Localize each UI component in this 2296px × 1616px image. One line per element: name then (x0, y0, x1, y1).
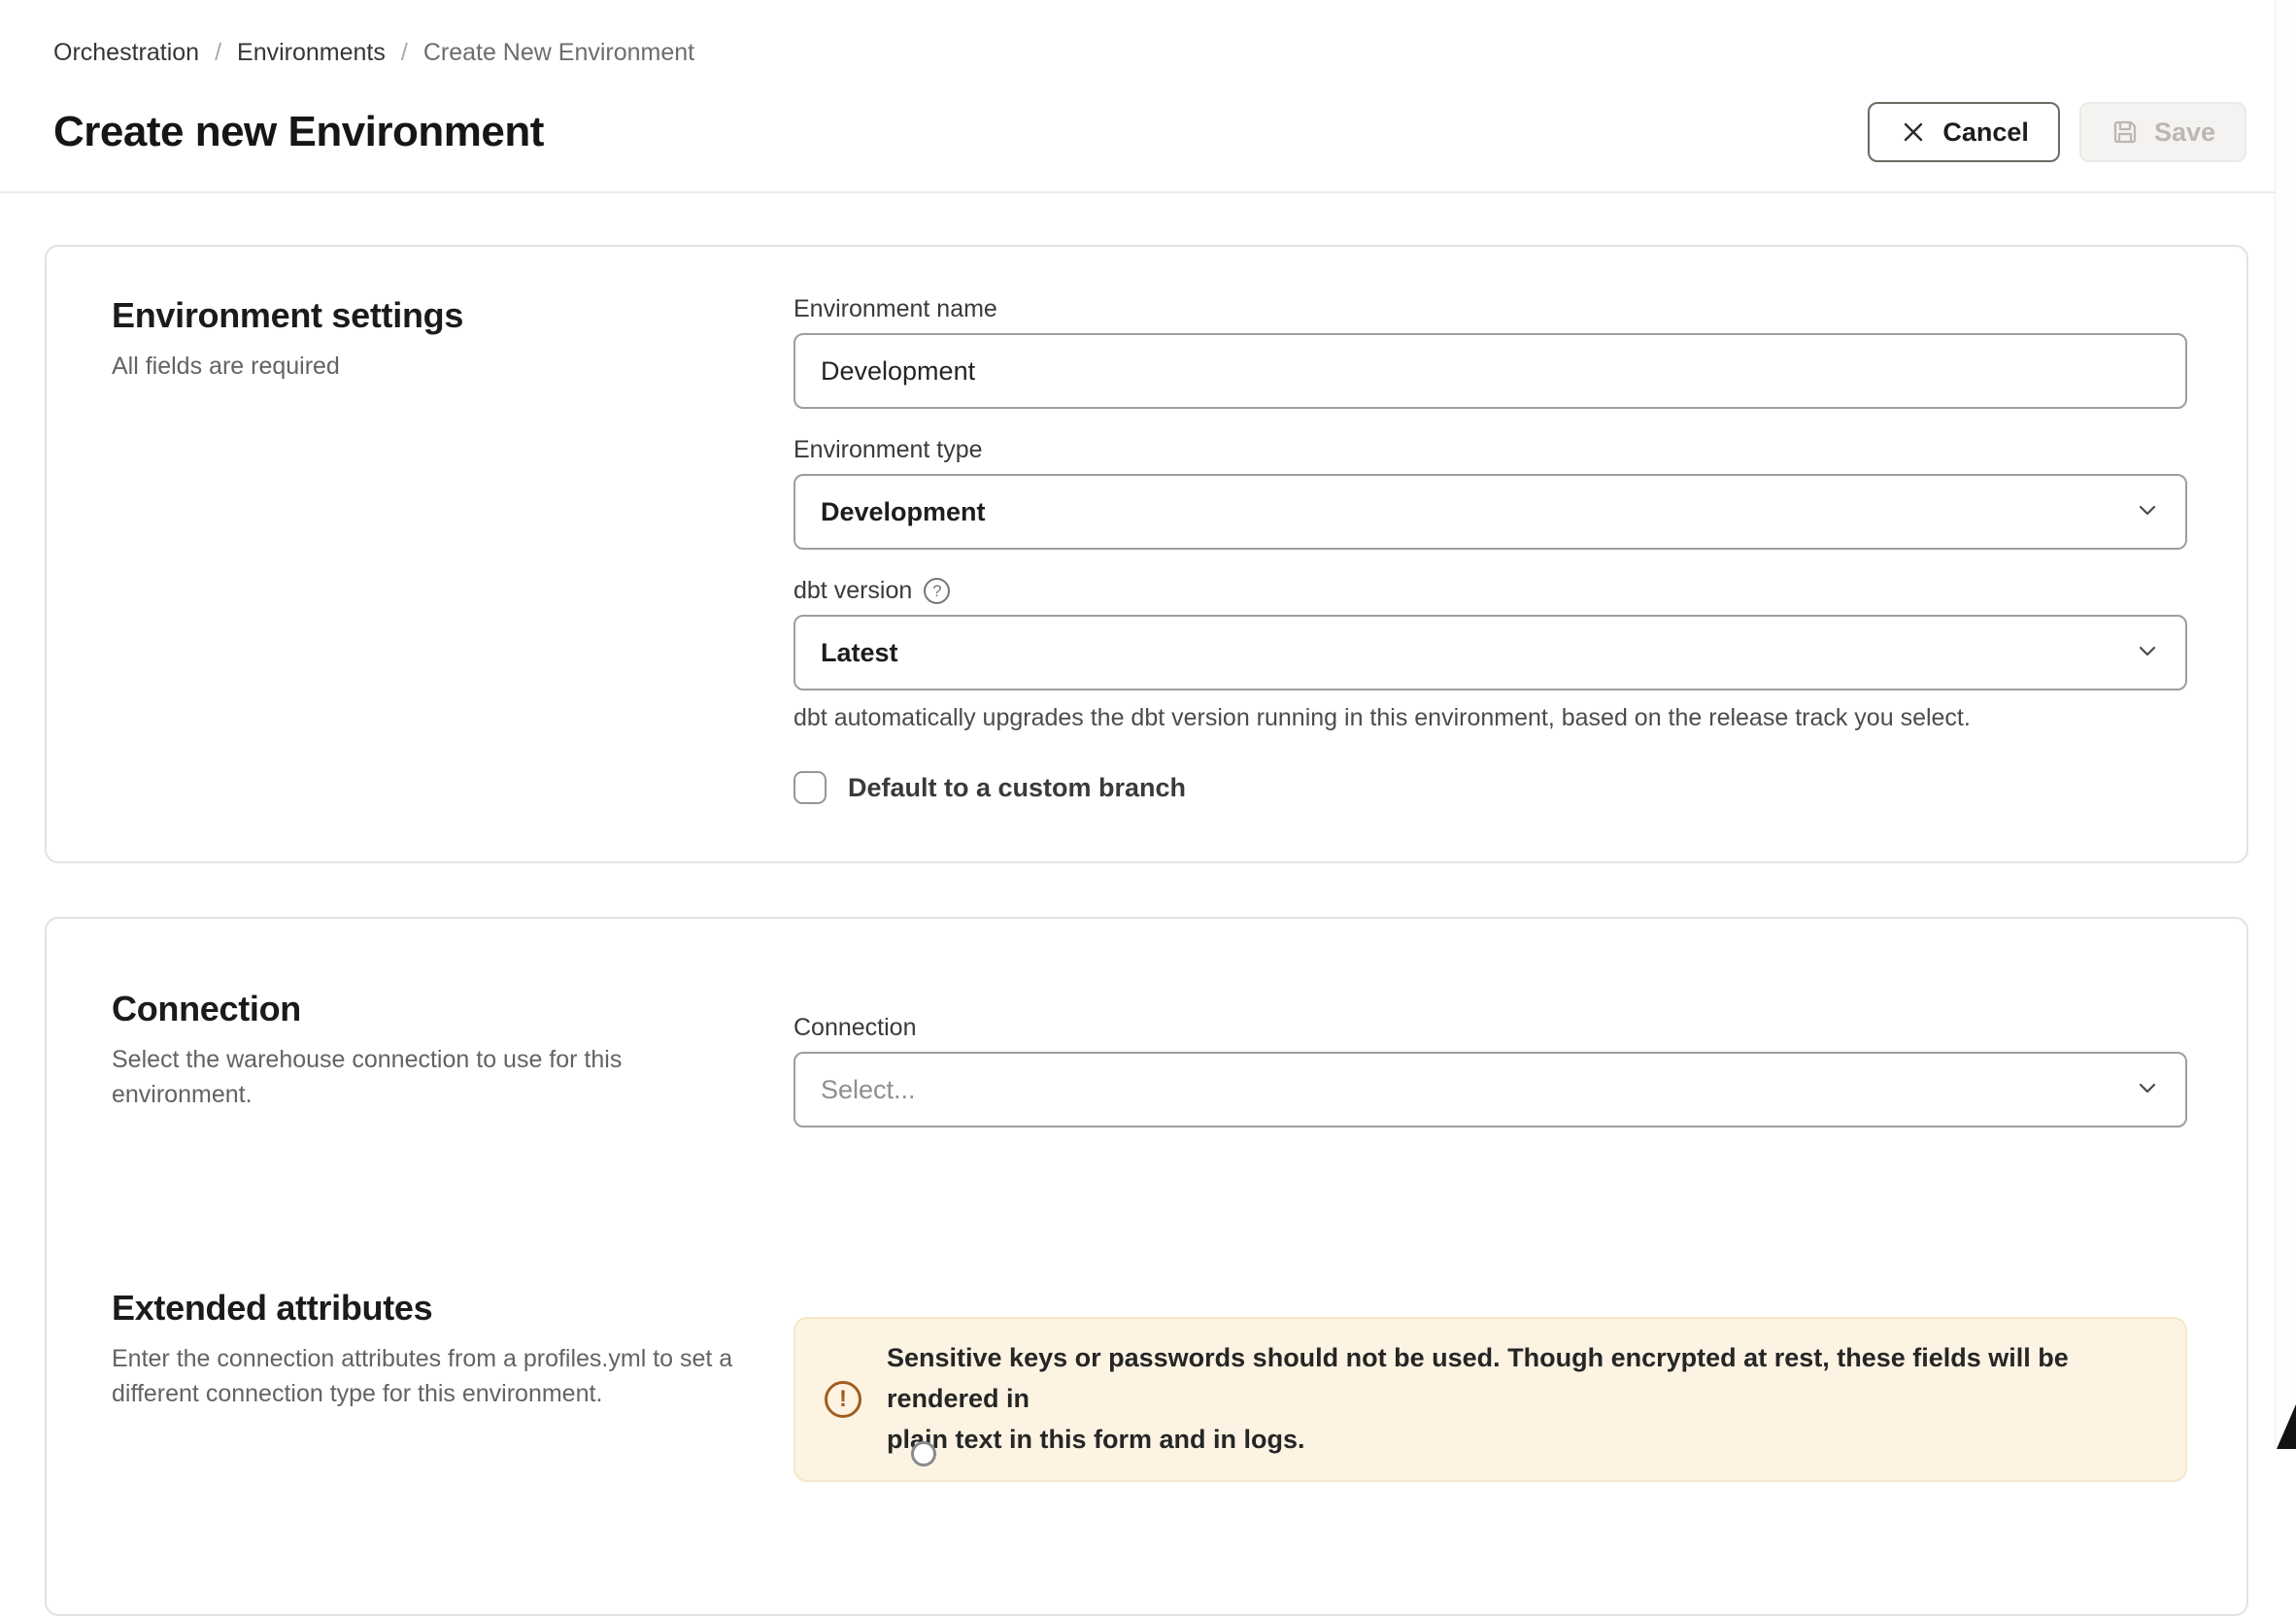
chevron-down-icon (2135, 638, 2160, 668)
main-content: Environment settings All fields are requ… (0, 193, 2296, 1616)
environment-settings-card: Environment settings All fields are requ… (45, 245, 2248, 863)
environment-settings-fields: Environment name Environment type Develo… (793, 295, 2187, 804)
breadcrumb-separator: / (401, 39, 408, 67)
custom-branch-label: Default to a custom branch (848, 773, 1186, 803)
environment-settings-heading: Environment settings (112, 295, 793, 336)
breadcrumb-orchestration[interactable]: Orchestration (53, 39, 199, 67)
floppy-disk-icon (2110, 118, 2140, 147)
dbt-version-label: dbt version (793, 577, 912, 605)
warning-text-line2: plain text in this form and in logs. (887, 1420, 2156, 1461)
save-button-label: Save (2154, 118, 2215, 148)
extended-attributes-heading: Extended attributes (112, 1288, 793, 1329)
custom-branch-row: Default to a custom branch (793, 771, 2187, 804)
environment-settings-subheading: All fields are required (112, 350, 738, 385)
connection-card: Connection Select the warehouse connecti… (45, 917, 2248, 1616)
environment-settings-intro: Environment settings All fields are requ… (112, 295, 793, 804)
environment-name-label: Environment name (793, 295, 2187, 323)
connection-subheading: Select the warehouse connection to use f… (112, 1043, 738, 1112)
chevron-down-icon (2135, 1075, 2160, 1105)
breadcrumb-environments[interactable]: Environments (237, 39, 386, 67)
cancel-button[interactable]: Cancel (1868, 102, 2060, 162)
header-actions: Cancel Save (1868, 102, 2246, 162)
connection-fields: Connection Select... (793, 1014, 2187, 1128)
sensitive-keys-warning-banner: ! Sensitive keys or passwords should not… (793, 1317, 2187, 1482)
scrollbar-track[interactable] (2275, 0, 2296, 1449)
connection-placeholder: Select... (821, 1075, 916, 1105)
connection-intro: Connection Select the warehouse connecti… (112, 989, 793, 1128)
warning-text-line1: Sensitive keys or passwords should not b… (887, 1338, 2156, 1420)
environment-type-value: Development (821, 497, 986, 527)
dbt-version-value: Latest (821, 638, 898, 668)
connection-heading: Connection (112, 989, 793, 1029)
custom-branch-checkbox[interactable] (793, 771, 827, 804)
dbt-version-hint: dbt automatically upgrades the dbt versi… (793, 704, 2187, 732)
alert-circle-icon: ! (825, 1381, 861, 1418)
x-icon (1899, 118, 1928, 147)
extended-attributes-intro: Extended attributes Enter the connection… (112, 1288, 793, 1482)
chevron-down-icon (2135, 497, 2160, 527)
environment-type-select[interactable]: Development (793, 474, 2187, 550)
extended-attributes-fields: ! Sensitive keys or passwords should not… (793, 1288, 2187, 1482)
breadcrumb-separator: / (215, 39, 221, 67)
warning-text: Sensitive keys or passwords should not b… (887, 1338, 2156, 1461)
connection-field-label: Connection (793, 1014, 2187, 1042)
question-circle-icon-partial (911, 1441, 936, 1466)
connection-select[interactable]: Select... (793, 1052, 2187, 1128)
breadcrumb: Orchestration / Environments / Create Ne… (53, 39, 2246, 67)
page-header: Orchestration / Environments / Create Ne… (0, 0, 2296, 162)
dbt-version-select[interactable]: Latest (793, 615, 2187, 690)
page-title: Create new Environment (53, 108, 544, 156)
cancel-button-label: Cancel (1942, 118, 2029, 148)
environment-name-input[interactable] (793, 333, 2187, 409)
extended-attributes-subheading: Enter the connection attributes from a p… (112, 1342, 738, 1411)
breadcrumb-current: Create New Environment (423, 39, 694, 67)
question-circle-icon[interactable]: ? (924, 578, 950, 604)
save-button[interactable]: Save (2079, 102, 2246, 162)
environment-type-label: Environment type (793, 436, 2187, 464)
